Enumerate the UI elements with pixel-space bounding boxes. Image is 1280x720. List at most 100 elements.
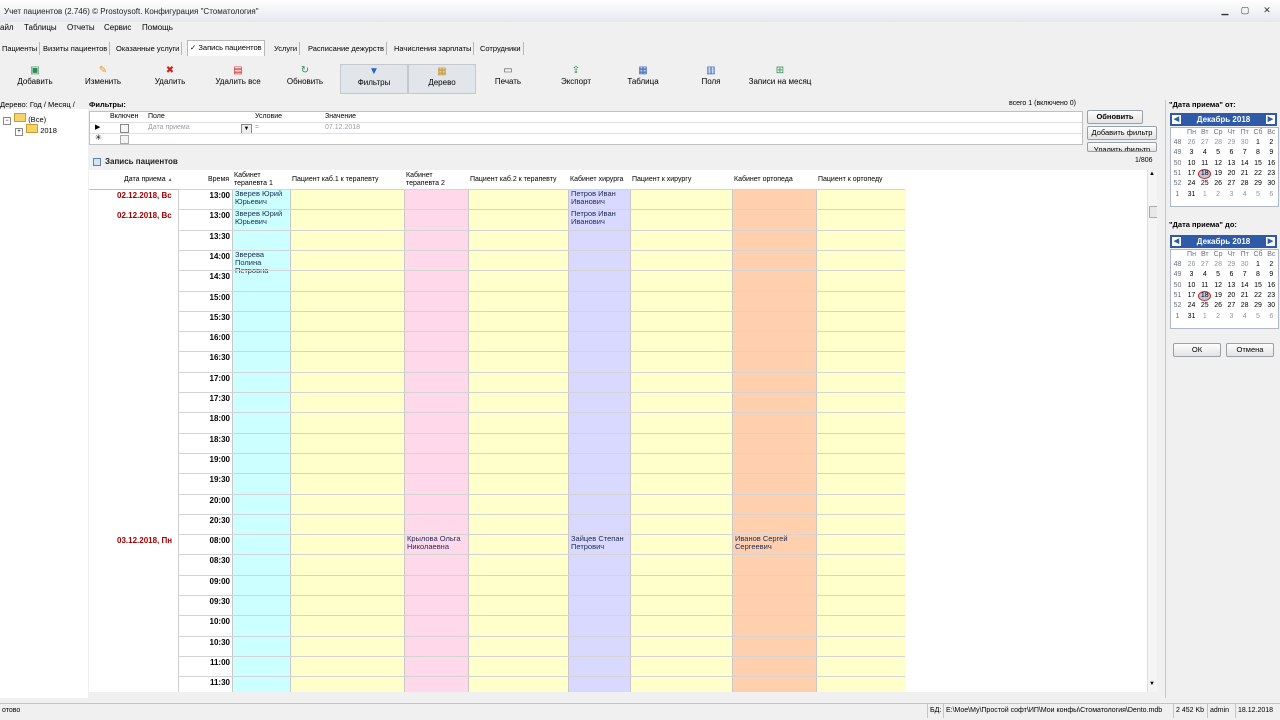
table-row[interactable] bbox=[178, 615, 905, 616]
calendar-day[interactable]: 13 bbox=[1225, 281, 1238, 291]
prev-month-icon[interactable]: ◀ bbox=[1172, 237, 1181, 246]
table-row[interactable] bbox=[178, 412, 905, 413]
calendar-day[interactable]: 7 bbox=[1238, 148, 1251, 158]
calendar-day[interactable]: 27 bbox=[1198, 260, 1211, 270]
appointment-ther2[interactable]: Крылова Ольга Николаевна bbox=[407, 535, 467, 551]
tab-appointments[interactable]: ✓ Запись пациентов bbox=[187, 40, 265, 56]
calendar-day[interactable]: 2 bbox=[1265, 138, 1278, 148]
calendar-day[interactable]: 16 bbox=[1265, 159, 1278, 169]
table-row[interactable] bbox=[178, 372, 905, 373]
calendar-day[interactable]: 25 bbox=[1198, 301, 1211, 311]
calendar-day[interactable]: 24 bbox=[1185, 301, 1198, 311]
header-surgeon-patient[interactable]: Пациент к хирургу bbox=[632, 176, 691, 184]
maximize-button[interactable]: ▢ bbox=[1238, 4, 1252, 16]
prev-month-icon[interactable]: ◀ bbox=[1172, 115, 1181, 124]
calendar-day[interactable]: 1 bbox=[1198, 190, 1211, 200]
tab-duty-schedule[interactable]: Расписание дежурств bbox=[306, 42, 388, 55]
calendar-day[interactable]: 19 bbox=[1212, 169, 1225, 179]
calendar-day[interactable]: 2 bbox=[1265, 260, 1278, 270]
calendar-day[interactable]: 20 bbox=[1225, 169, 1238, 179]
refresh-button[interactable]: ↻ Обновить bbox=[272, 64, 338, 92]
table-row[interactable] bbox=[178, 473, 905, 474]
export-button[interactable]: ⇪ Экспорт bbox=[543, 64, 609, 92]
value-input[interactable]: 07.12.2018 bbox=[325, 124, 360, 131]
calendar-day[interactable]: 30 bbox=[1238, 260, 1251, 270]
menu-tables[interactable]: Таблицы bbox=[24, 23, 57, 32]
calendar-day[interactable]: 27 bbox=[1225, 179, 1238, 189]
calendar-day[interactable]: 9 bbox=[1265, 148, 1278, 158]
calendar-day[interactable]: 30 bbox=[1238, 138, 1251, 148]
calendar-day[interactable]: 29 bbox=[1225, 138, 1238, 148]
tab-payroll[interactable]: Начисления зарплаты bbox=[392, 42, 475, 55]
calendar-day[interactable]: 3 bbox=[1185, 148, 1198, 158]
header-surgeon[interactable]: Кабинет хирурга bbox=[570, 176, 623, 184]
vertical-scrollbar[interactable]: ▲ ▼ bbox=[1147, 170, 1157, 692]
calendar-day[interactable]: 27 bbox=[1225, 301, 1238, 311]
calendar-day[interactable]: 5 bbox=[1252, 312, 1265, 322]
calendar-day[interactable]: 6 bbox=[1225, 270, 1238, 280]
table-row[interactable] bbox=[178, 392, 905, 393]
table-row[interactable] bbox=[178, 656, 905, 657]
calendar-day[interactable]: 11 bbox=[1198, 281, 1211, 291]
table-row[interactable] bbox=[178, 270, 905, 271]
collapse-icon[interactable]: − bbox=[3, 117, 11, 125]
menu-service[interactable]: Сервис bbox=[104, 23, 131, 32]
calendar-day[interactable]: 1 bbox=[1252, 138, 1265, 148]
calendar-day[interactable]: 6 bbox=[1225, 148, 1238, 158]
calendar-day[interactable]: 6 bbox=[1265, 312, 1278, 322]
calendar-day[interactable]: 31 bbox=[1185, 190, 1198, 200]
header-orthopedist[interactable]: Кабинет ортопеда bbox=[734, 176, 793, 184]
calendar-day[interactable]: 1 bbox=[1198, 312, 1211, 322]
table-row[interactable] bbox=[178, 331, 905, 332]
month-records-button[interactable]: ⊞ Записи на месяц bbox=[744, 64, 816, 92]
new-row-checkbox[interactable] bbox=[120, 135, 129, 144]
calendar-day[interactable]: 29 bbox=[1252, 301, 1265, 311]
calendar-day[interactable]: 29 bbox=[1225, 260, 1238, 270]
calendar-day[interactable]: 31 bbox=[1185, 312, 1198, 322]
menu-file[interactable]: айл bbox=[0, 23, 14, 32]
delete-button[interactable]: ✖ Удалить bbox=[137, 64, 203, 92]
calendar-day[interactable]: 8 bbox=[1252, 270, 1265, 280]
tab-services[interactable]: Услуги bbox=[272, 42, 301, 55]
header-time[interactable]: Время bbox=[208, 176, 229, 184]
calendar-day[interactable]: 30 bbox=[1265, 179, 1278, 189]
calendar-day-today[interactable]: 18 bbox=[1198, 168, 1212, 179]
calendar-day[interactable]: 20 bbox=[1225, 291, 1238, 301]
table-row[interactable] bbox=[178, 676, 905, 677]
calendar-day[interactable]: 28 bbox=[1238, 179, 1251, 189]
appointment-surg[interactable]: Петров Иван Иванович bbox=[571, 210, 625, 226]
calendar-day[interactable]: 26 bbox=[1185, 138, 1198, 148]
filters-button[interactable]: ▼ Фильтры bbox=[340, 64, 408, 94]
tab-visits[interactable]: Визиты пациентов bbox=[41, 42, 111, 55]
calendar-day[interactable]: 2 bbox=[1212, 190, 1225, 200]
appointment-ther1[interactable]: Зверев Юрий Юрьевич bbox=[235, 190, 289, 206]
calendar-day[interactable]: 5 bbox=[1252, 190, 1265, 200]
table-button[interactable]: ▦ Таблица bbox=[610, 64, 676, 92]
tree-button[interactable]: ▦ Дерево bbox=[408, 64, 476, 94]
next-month-icon[interactable]: ▶ bbox=[1266, 237, 1275, 246]
table-row[interactable] bbox=[178, 433, 905, 434]
calendar-day[interactable]: 12 bbox=[1212, 281, 1225, 291]
calendar-day[interactable]: 23 bbox=[1265, 291, 1278, 301]
print-button[interactable]: ▭ Печать bbox=[475, 64, 541, 92]
delete-all-button[interactable]: ▤ Удалить все bbox=[205, 64, 271, 92]
ok-button[interactable]: ОК bbox=[1173, 343, 1221, 357]
calendar-day[interactable]: 24 bbox=[1185, 179, 1198, 189]
table-row[interactable] bbox=[178, 311, 905, 312]
calendar-day[interactable]: 14 bbox=[1238, 159, 1251, 169]
calendar-day[interactable]: 22 bbox=[1252, 291, 1265, 301]
calendar-day[interactable]: 4 bbox=[1238, 190, 1251, 200]
calendar-day[interactable]: 10 bbox=[1185, 159, 1198, 169]
table-row[interactable] bbox=[178, 230, 905, 231]
header-therapist2[interactable]: Кабинет терапевта 2 bbox=[406, 172, 462, 188]
calendar-day[interactable]: 2 bbox=[1212, 312, 1225, 322]
appointment-ther1[interactable]: Зверев Юрий Юрьевич bbox=[235, 210, 289, 226]
condition-select[interactable]: = bbox=[255, 124, 259, 131]
calendar-day[interactable]: 21 bbox=[1238, 291, 1251, 301]
add-filter-button[interactable]: Добавить фильтр bbox=[1087, 126, 1157, 140]
calendar-day[interactable]: 15 bbox=[1252, 281, 1265, 291]
calendar-day[interactable]: 25 bbox=[1198, 179, 1211, 189]
calendar-day[interactable]: 3 bbox=[1225, 312, 1238, 322]
calendar-day[interactable]: 23 bbox=[1265, 169, 1278, 179]
tab-employees[interactable]: Сотрудники bbox=[478, 42, 524, 55]
